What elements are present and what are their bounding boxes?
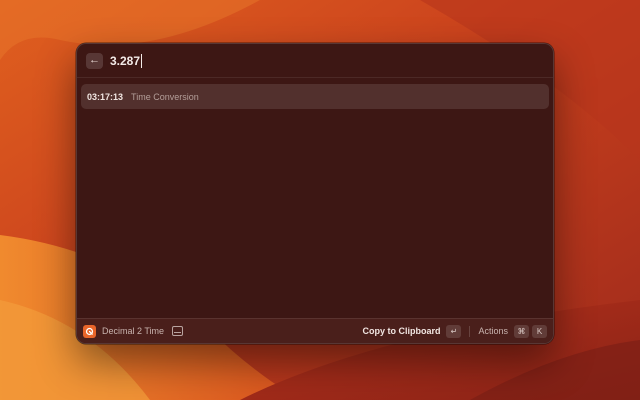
k-key-icon: K	[532, 324, 547, 338]
extension-icon	[83, 324, 96, 338]
extension-name: Decimal 2 Time	[102, 326, 165, 336]
divider	[469, 325, 471, 337]
enter-key-icon: ↵	[446, 324, 462, 338]
search-input[interactable]: 3.287	[110, 53, 143, 68]
arrow-left-icon: ←	[89, 54, 100, 66]
raycast-extension-icon	[85, 327, 94, 335]
result-subtitle: Time Conversion	[131, 91, 199, 102]
text-caret	[141, 53, 143, 68]
result-title: 03:17:13	[87, 91, 124, 102]
results-list: 03:17:13 Time Conversion	[77, 78, 553, 109]
search-input-value: 3.287	[110, 53, 141, 68]
command-key-icon: ⌘	[514, 324, 529, 338]
action-bar: Decimal 2 Time Copy to Clipboard ↵ Actio…	[77, 318, 553, 343]
actions-button[interactable]: Actions	[478, 326, 508, 336]
launcher-window: ← 3.287 03:17:13 Time Conversion Decimal…	[76, 43, 554, 344]
back-button[interactable]: ←	[86, 52, 103, 69]
search-bar: ← 3.287	[77, 44, 553, 78]
detached-window-icon[interactable]	[172, 326, 184, 336]
copy-to-clipboard-button[interactable]: Copy to Clipboard	[362, 326, 440, 336]
list-item[interactable]: 03:17:13 Time Conversion	[81, 84, 549, 109]
